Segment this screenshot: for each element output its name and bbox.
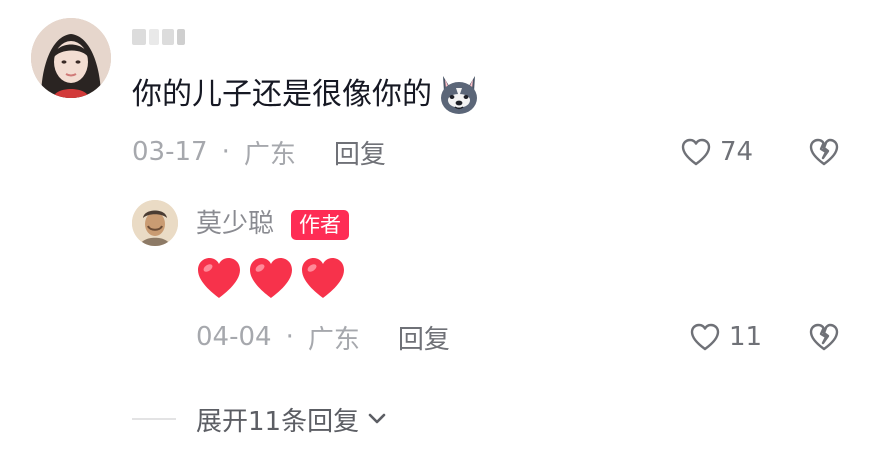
expand-divider-line bbox=[132, 418, 176, 420]
reply-button[interactable]: 回复 bbox=[334, 134, 386, 171]
commenter-avatar[interactable] bbox=[31, 18, 111, 98]
author-badge: 作者 bbox=[291, 210, 349, 240]
reply-like-count: 11 bbox=[729, 322, 763, 352]
expand-replies-button[interactable]: 展开11条回复 bbox=[196, 398, 389, 440]
heart-outline-icon bbox=[681, 138, 711, 166]
comment-body: 你的儿子还是很像你的 bbox=[132, 77, 432, 112]
expand-replies-label: 展开11条回复 bbox=[196, 406, 360, 437]
commenter-username-blurred[interactable] bbox=[132, 26, 188, 48]
red-heart-emoji bbox=[302, 258, 344, 298]
reply-date: 04-04 bbox=[196, 322, 272, 352]
reply-content bbox=[194, 254, 348, 304]
comment-like-count: 74 bbox=[720, 137, 754, 167]
husky-dog-emoji bbox=[434, 70, 484, 120]
broken-heart-icon bbox=[809, 323, 839, 351]
reply-to-reply-button[interactable]: 回复 bbox=[398, 319, 450, 356]
comment-location: 广东 bbox=[243, 139, 296, 170]
reply-author-avatar[interactable] bbox=[132, 200, 178, 246]
comment-dislike-button[interactable] bbox=[807, 135, 841, 169]
meta-separator: · bbox=[285, 322, 294, 352]
reply-author-name[interactable]: 莫少聪 bbox=[196, 205, 274, 243]
reply-dislike-button[interactable] bbox=[807, 320, 841, 354]
comment-date: 03-17 bbox=[132, 137, 208, 167]
comment-like-button[interactable]: 74 bbox=[680, 131, 753, 173]
red-heart-emoji bbox=[198, 258, 240, 298]
chevron-down-icon bbox=[368, 413, 386, 424]
broken-heart-icon bbox=[809, 138, 839, 166]
red-heart-emoji bbox=[250, 258, 292, 298]
reply-like-button[interactable]: 11 bbox=[689, 316, 762, 358]
meta-separator: · bbox=[221, 137, 230, 167]
comment-text: 你的儿子还是很像你的 bbox=[132, 70, 484, 120]
reply-meta: 04-04 · 广东 回复 bbox=[196, 315, 450, 359]
comment-meta: 03-17 · 广东 回复 bbox=[132, 130, 386, 174]
reply-location: 广东 bbox=[307, 324, 360, 355]
heart-outline-icon bbox=[690, 323, 720, 351]
